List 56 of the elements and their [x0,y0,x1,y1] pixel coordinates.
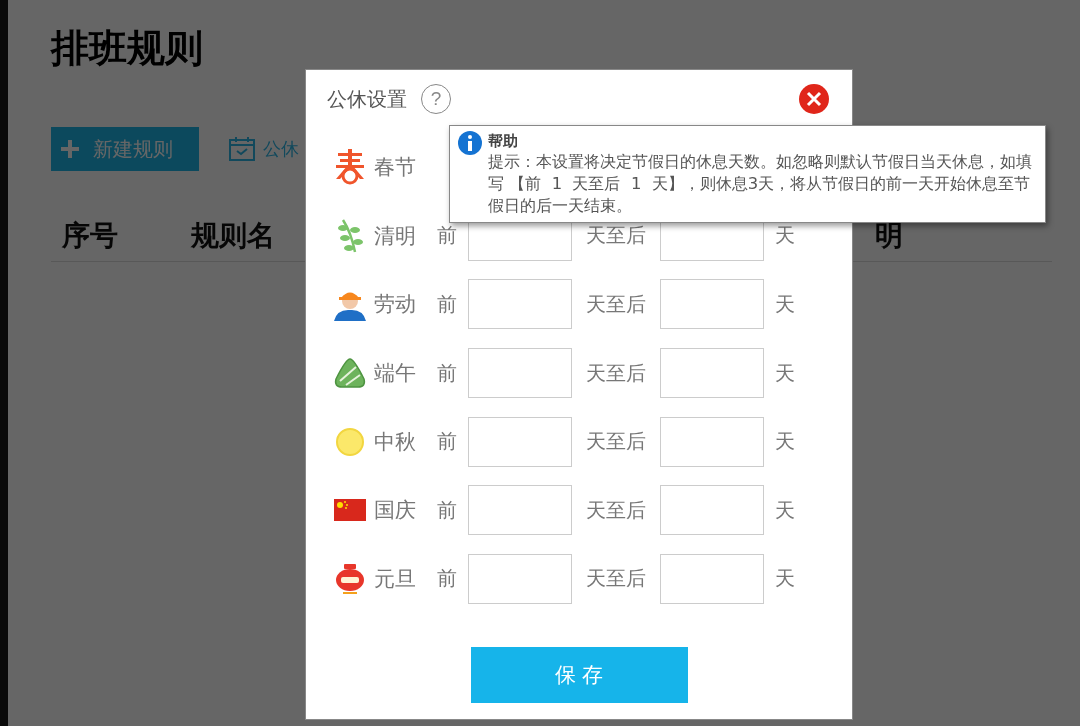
day-label: 天 [775,428,795,456]
moon-icon [335,426,365,457]
close-icon[interactable] [798,83,830,115]
save-button[interactable]: 保 存 [470,647,688,704]
before-label: 前 [437,428,457,456]
rice-dumpling-icon [334,357,366,390]
page-title: 排班规则 [51,25,204,72]
day-label: 天 [775,565,795,593]
column-header: 明 [875,218,903,254]
day-label: 天 [775,359,795,387]
day-label: 天 [775,496,795,524]
input-field[interactable] [468,485,572,536]
holiday-link[interactable]: 公休 [229,137,299,161]
day-label: 天 [775,291,795,318]
help-button[interactable]: ? [421,84,451,114]
holiday-name: 国庆 [374,497,417,525]
input-field[interactable] [660,348,764,399]
range-label: 天至后 [586,222,646,250]
input-field[interactable] [660,553,764,604]
holiday-name: 端午 [374,360,417,388]
flag-icon [334,499,366,522]
before-label: 前 [437,565,457,593]
holiday-name: 春节 [374,154,417,182]
range-label: 天至后 [586,496,646,524]
dialog-title: 公休设置 [327,85,407,113]
input-field[interactable] [468,279,572,330]
holiday-name: 劳动 [374,291,417,319]
before-label: 前 [437,291,457,318]
input-field[interactable] [660,416,764,467]
before-label: 前 [437,496,457,524]
input-field[interactable] [468,348,572,399]
column-header: 序号 [61,218,119,254]
before-label: 前 [437,359,457,387]
holiday-name: 清明 [374,222,417,250]
input-field[interactable] [660,279,764,330]
column-header: 规则名 [191,218,275,254]
spring-festival-icon [334,149,366,186]
range-label: 天至后 [586,565,646,593]
before-label: 前 [437,222,457,250]
lantern-icon [335,562,365,595]
input-field[interactable] [468,416,572,467]
tooltip-text: 提示：本设置将决定节假日的休息天数。如忽略则默认节假日当天休息，如填写 【前 1 天至后 1 天】，则休息3天，将从节假日的前一天开始休息至节假日的后一天结束。 [488,151,1033,217]
range-label: 天至后 [586,291,646,318]
input-field[interactable] [468,553,572,604]
holiday-name: 中秋 [374,428,417,456]
info-icon [458,131,482,155]
new-rule-button[interactable]: 新建规则 [51,127,199,171]
holiday-name: 元旦 [374,565,417,593]
day-label: 天 [775,222,795,250]
range-label: 天至后 [586,359,646,387]
range-label: 天至后 [586,428,646,456]
sprig-icon [335,217,365,254]
plus-icon [61,140,79,158]
tooltip-title: 帮助 [488,131,519,151]
calendar-icon [229,137,255,161]
input-field[interactable] [660,485,764,536]
